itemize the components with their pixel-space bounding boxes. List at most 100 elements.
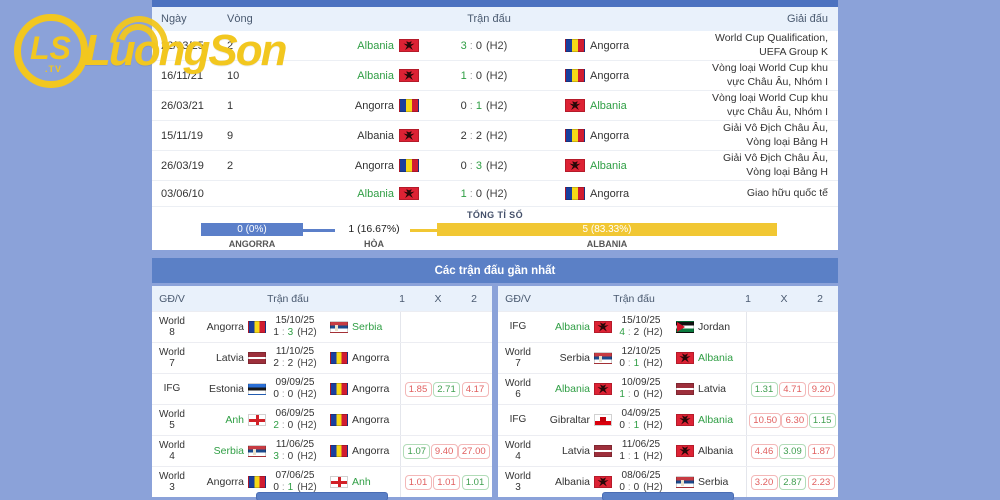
recent-match-row[interactable]: World 8 Angorra 15/10/25 1:3 (H2) Serbia — [152, 311, 492, 342]
match-round: 1 — [227, 99, 234, 112]
score-colon: : — [627, 451, 631, 462]
logo-globe-icon: LS .TV — [14, 14, 88, 88]
score-suffix: (H2) — [643, 420, 663, 431]
score-suffix: (H2) — [485, 129, 508, 142]
home-team: Serbia — [538, 352, 612, 364]
view-more-button[interactable] — [256, 492, 388, 500]
odd-2: 9.20 — [807, 381, 835, 397]
home-team: Angorra — [279, 159, 419, 172]
stage-round: IFG — [152, 383, 192, 395]
stage-line: World — [159, 470, 185, 482]
tournament-name: Giao hữu quốc tế — [746, 186, 828, 199]
score-suffix: (H2) — [643, 451, 663, 462]
flag-albania-icon — [594, 321, 612, 333]
match-date: 26/03/21 — [161, 99, 204, 112]
home-team-name: Latvia — [561, 445, 590, 457]
away-team-name: Angorra — [352, 352, 390, 364]
h2h-row[interactable]: 26/03/21 1 Angorra 0:1 (H2) Albania Vòng loại … — [152, 91, 838, 121]
odd-1: 3.20 — [750, 474, 778, 490]
flag-anh-icon — [330, 476, 348, 488]
odd-x: 2.71 — [433, 381, 460, 397]
recent-match-row[interactable]: World 4 Latvia 11/06/25 1:1 (H2) Albania 4.46 3.… — [498, 435, 838, 466]
recent-match-row[interactable]: IFG Estonia 09/09/25 0:0 (H2) Angorra 1.85 2.71… — [152, 373, 492, 404]
stage-line: IFG — [509, 321, 527, 333]
score-colon: : — [469, 129, 473, 142]
odds-cells: 4.46 3.09 1.87 — [746, 436, 838, 466]
flag-angorra-icon — [565, 69, 585, 82]
home-team: Angorra — [192, 321, 266, 333]
logo-tv-label: .TV — [45, 64, 63, 74]
score-colon: : — [281, 327, 285, 338]
recent-match-row[interactable]: World 6 Albania 10/09/25 1:0 (H2) Latvia 1.31 4.… — [498, 373, 838, 404]
home-team-name: Albania — [357, 187, 394, 200]
away-team: Albania — [670, 445, 746, 457]
tournament-name: Giải Vô Địch Châu Âu, Vòng loại Bảng H — [722, 122, 828, 148]
odd-2: 2.23 — [807, 474, 835, 490]
odd-x: 6.30 — [781, 412, 809, 428]
angorra-wins-bar: 0 (0%) — [201, 223, 303, 236]
recent-match-row[interactable]: IFG Albania 15/10/25 4:2 (H2) Jordan — [498, 311, 838, 342]
score-suffix: (H2) — [485, 99, 508, 112]
match-score: 1:3 (H2) — [267, 327, 323, 339]
home-team: Gibraltar — [538, 414, 612, 426]
recent-match-row[interactable]: IFG Gibraltar 04/09/25 0:1 (H2) Albania 10.50 6… — [498, 404, 838, 435]
odd-x: 9.40 — [430, 443, 458, 459]
draw-label: HÒA — [364, 239, 384, 249]
stage-line: World — [159, 439, 185, 451]
home-team-name: Latvia — [215, 352, 244, 364]
away-team-name: Latvia — [698, 383, 727, 395]
odd-x: 2.87 — [779, 474, 806, 490]
view-more-button[interactable] — [602, 492, 734, 500]
recent-match-row[interactable]: World 7 Latvia 11/10/25 2:2 (H2) Angorra — [152, 342, 492, 373]
odds-cells — [400, 343, 492, 373]
score-suffix: (H2) — [485, 69, 508, 82]
h2h-row[interactable]: 15/11/19 9 Albania 2:2 (H2) Angorra Giải Vô Đị… — [152, 121, 838, 151]
away-team: Angorra — [549, 69, 699, 82]
date-and-score: 10/09/25 1:0 (H2) — [612, 377, 670, 401]
score-colon: : — [469, 159, 473, 172]
draw-value: 1 (16.67%) — [348, 223, 400, 235]
h2h-header-match: Trận đấu — [467, 13, 511, 25]
stage-line: World — [505, 377, 531, 389]
odds-cells — [400, 405, 492, 435]
match-date: 26/03/19 — [161, 159, 204, 172]
recent-match-row[interactable]: World 7 Serbia 12/10/25 0:1 (H2) Albania — [498, 342, 838, 373]
date-and-score: 04/09/25 0:1 (H2) — [612, 408, 670, 432]
recent-match-row[interactable]: World 5 Anh 06/09/25 2:0 (H2) Angorra — [152, 404, 492, 435]
home-score: 2 — [460, 129, 467, 142]
match-date: 15/10/25 — [621, 315, 661, 326]
recent-header-gdv: GĐ/V — [505, 292, 531, 305]
match-score: 0:0 (H2) — [267, 389, 323, 401]
away-team: Angorra — [549, 129, 699, 142]
stage-round: World 3 — [498, 471, 538, 494]
match-score: 1:1 (H2) — [613, 451, 669, 463]
h2h-row[interactable]: 26/03/19 2 Angorra 0:3 (H2) Albania Giải Vô Đị… — [152, 151, 838, 181]
match-score: 0:1 (H2) — [419, 100, 549, 112]
stage-round: World 5 — [152, 409, 192, 432]
odds-cells: 1.85 2.71 4.17 — [400, 374, 492, 404]
site-logo[interactable]: LS .TV LuongSon — [14, 4, 287, 88]
odd-1: 1.85 — [404, 381, 432, 397]
stage-line: World — [505, 470, 531, 482]
recent-header-row: GĐ/V Trận đấu 1 X 2 — [498, 286, 838, 311]
stage-line: IFG — [163, 383, 181, 395]
recent-rows-angorra: World 8 Angorra 15/10/25 1:3 (H2) Serbia World 7… — [152, 311, 492, 497]
match-date: 11/06/25 — [621, 439, 661, 450]
home-team-name: Albania — [357, 69, 394, 82]
flag-albania-icon — [594, 383, 612, 395]
match-date: 15/10/25 — [275, 315, 315, 326]
recent-match-row[interactable]: World 4 Serbia 11/06/25 3:0 (H2) Angorra 1.07 9.… — [152, 435, 492, 466]
away-team-name: Serbia — [698, 476, 729, 488]
page: LS .TV LuongSon Ngày Vòng Trận đấu Giải … — [0, 0, 1000, 500]
home-score: 1 — [460, 69, 467, 82]
stage-line: 6 — [515, 389, 521, 400]
score-suffix: (H2) — [297, 451, 317, 462]
match-score: 2:0 (H2) — [267, 420, 323, 432]
odd-1: 1.01 — [404, 474, 432, 490]
recent-header-match: Trận đấu — [267, 292, 309, 305]
odds-cells — [746, 312, 838, 342]
away-team: Jordan — [670, 321, 746, 333]
h2h-row[interactable]: 03/06/10 Albania 1:0 (H2) Angorra Giao hữu qu… — [152, 181, 838, 207]
odd-x: 1.01 — [433, 474, 460, 490]
albania-wins-bar: 5 (83.33%) — [437, 223, 777, 236]
